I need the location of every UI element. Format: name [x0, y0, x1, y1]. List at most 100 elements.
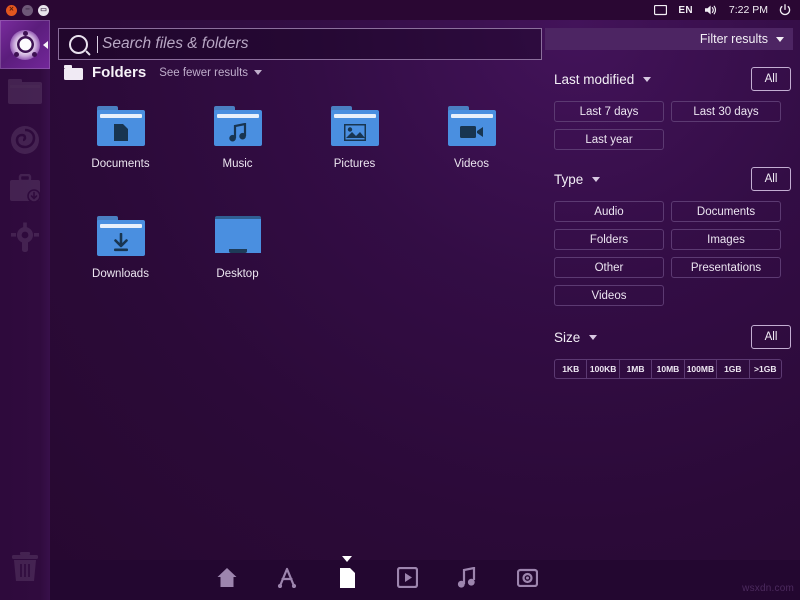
dock-active-indicator-icon	[342, 556, 352, 562]
display-icon[interactable]	[654, 5, 667, 16]
size-option-100mb[interactable]: 100MB	[685, 360, 717, 378]
file-icon	[339, 567, 356, 594]
see-fewer-results-toggle[interactable]: See fewer results	[159, 67, 262, 79]
dock-files[interactable]	[335, 568, 359, 592]
filter-option-images[interactable]: Images	[671, 229, 781, 250]
filter-section-type: Type All Audio Documents Folders Images …	[545, 166, 793, 306]
result-item-pictures[interactable]: Pictures	[296, 100, 413, 204]
filter-option-last-year[interactable]: Last year	[554, 129, 664, 150]
top-panel: × − ▭ EN 7:22 PM	[0, 0, 800, 20]
chevron-down-icon[interactable]	[643, 77, 651, 82]
search-placeholder: Search files & folders	[102, 35, 248, 53]
filter-panel: Filter results Last modified All Last 7 …	[545, 28, 793, 379]
volume-icon[interactable]	[704, 4, 718, 16]
results-grid: Documents Music	[62, 100, 532, 314]
folder-icon	[8, 77, 42, 110]
results-row: Documents Music	[62, 100, 532, 204]
monitor-icon	[214, 216, 262, 256]
filter-results-header[interactable]: Filter results	[545, 28, 793, 50]
result-label: Pictures	[334, 158, 376, 170]
result-item-videos[interactable]: Videos	[413, 100, 530, 204]
result-item-desktop[interactable]: Desktop	[179, 210, 296, 314]
dock-photos[interactable]	[515, 568, 539, 592]
sidebar-item-files-launcher[interactable]	[0, 69, 50, 118]
search-input[interactable]: Search files & folders	[58, 28, 542, 60]
filter-section-header: Size All	[545, 324, 793, 350]
dock-applications[interactable]	[275, 568, 299, 592]
minimize-icon: −	[25, 6, 30, 14]
filter-section-size: Size All 1KB 100KB 1MB 10MB 100MB 1GB >1…	[545, 324, 793, 379]
results-row: Downloads Desktop	[62, 210, 532, 314]
filter-section-header: Type All	[545, 166, 793, 192]
filter-option-presentations[interactable]: Presentations	[671, 257, 781, 278]
chevron-down-icon[interactable]	[592, 177, 600, 182]
filter-options: Last 7 days Last 30 days Last year	[545, 92, 793, 150]
size-option-1kb[interactable]: 1KB	[555, 360, 587, 378]
sidebar-item-settings-launcher[interactable]	[0, 216, 50, 265]
size-filter-segmented-control: 1KB 100KB 1MB 10MB 100MB 1GB >1GB	[554, 359, 782, 379]
sidebar-item-firefox-launcher[interactable]	[0, 118, 50, 167]
result-label: Videos	[454, 158, 489, 170]
wrench-gear-icon	[9, 222, 41, 259]
result-label: Documents	[91, 158, 149, 170]
filter-all-button[interactable]: All	[751, 167, 791, 191]
maximize-button[interactable]: ▭	[38, 5, 49, 16]
result-item-empty	[296, 210, 413, 314]
size-option-100kb[interactable]: 100KB	[587, 360, 619, 378]
size-option-10mb[interactable]: 10MB	[652, 360, 684, 378]
result-label: Music	[222, 158, 252, 170]
filter-all-button[interactable]: All	[751, 67, 791, 91]
trash-icon	[10, 551, 40, 588]
filter-option-last-7-days[interactable]: Last 7 days	[554, 101, 664, 122]
keyboard-layout-indicator[interactable]: EN	[678, 5, 693, 16]
size-option-1gb[interactable]: 1GB	[717, 360, 749, 378]
filter-option-folders[interactable]: Folders	[554, 229, 664, 250]
results-header: Folders See fewer results	[64, 64, 262, 81]
chevron-down-icon[interactable]	[589, 335, 597, 340]
sidebar-item-software-center-launcher[interactable]	[0, 167, 50, 216]
search-icon	[69, 35, 88, 54]
folder-music-icon	[214, 106, 262, 146]
close-button[interactable]: ×	[6, 5, 17, 16]
folder-icon	[64, 65, 83, 80]
camera-icon	[517, 568, 538, 592]
filter-section-title: Size	[554, 330, 580, 345]
folder-download-icon	[97, 216, 145, 256]
size-option-1mb[interactable]: 1MB	[620, 360, 652, 378]
trash-launcher[interactable]	[0, 544, 50, 594]
filter-option-other[interactable]: Other	[554, 257, 664, 278]
dock-videos[interactable]	[395, 568, 419, 592]
see-fewer-results-label: See fewer results	[159, 67, 248, 79]
result-item-music[interactable]: Music	[179, 100, 296, 204]
minimize-button[interactable]: −	[22, 5, 33, 16]
sidebar-item-ubuntu-dash-home[interactable]	[0, 20, 50, 69]
dock-music[interactable]	[455, 568, 479, 592]
result-item-downloads[interactable]: Downloads	[62, 210, 179, 314]
filter-all-button[interactable]: All	[751, 325, 791, 349]
result-label: Desktop	[216, 268, 258, 280]
search-bar[interactable]: Search files & folders	[58, 28, 542, 60]
applications-icon	[276, 567, 298, 593]
filter-section-header: Last modified All	[545, 66, 793, 92]
system-tray: EN 7:22 PM	[654, 4, 800, 16]
size-option-over-1gb[interactable]: >1GB	[750, 360, 781, 378]
window-controls: × − ▭	[0, 5, 49, 16]
music-note-icon	[457, 567, 477, 593]
filter-options: Audio Documents Folders Images Other Pre…	[545, 192, 793, 306]
text-cursor	[97, 36, 98, 53]
briefcase-icon	[9, 174, 41, 209]
filter-option-videos[interactable]: Videos	[554, 285, 664, 306]
dock-home[interactable]	[215, 568, 239, 592]
clock[interactable]: 7:22 PM	[729, 4, 768, 16]
filter-section-title: Type	[554, 172, 583, 187]
filter-option-documents[interactable]: Documents	[671, 201, 781, 222]
result-item-empty	[413, 210, 530, 314]
result-item-documents[interactable]: Documents	[62, 100, 179, 204]
filter-option-last-30-days[interactable]: Last 30 days	[671, 101, 781, 122]
power-icon[interactable]	[779, 4, 791, 16]
close-icon: ×	[9, 6, 14, 14]
filter-section-last-modified: Last modified All Last 7 days Last 30 da…	[545, 66, 793, 150]
results-category-title: Folders	[92, 64, 146, 81]
filter-option-audio[interactable]: Audio	[554, 201, 664, 222]
home-icon	[216, 567, 238, 593]
